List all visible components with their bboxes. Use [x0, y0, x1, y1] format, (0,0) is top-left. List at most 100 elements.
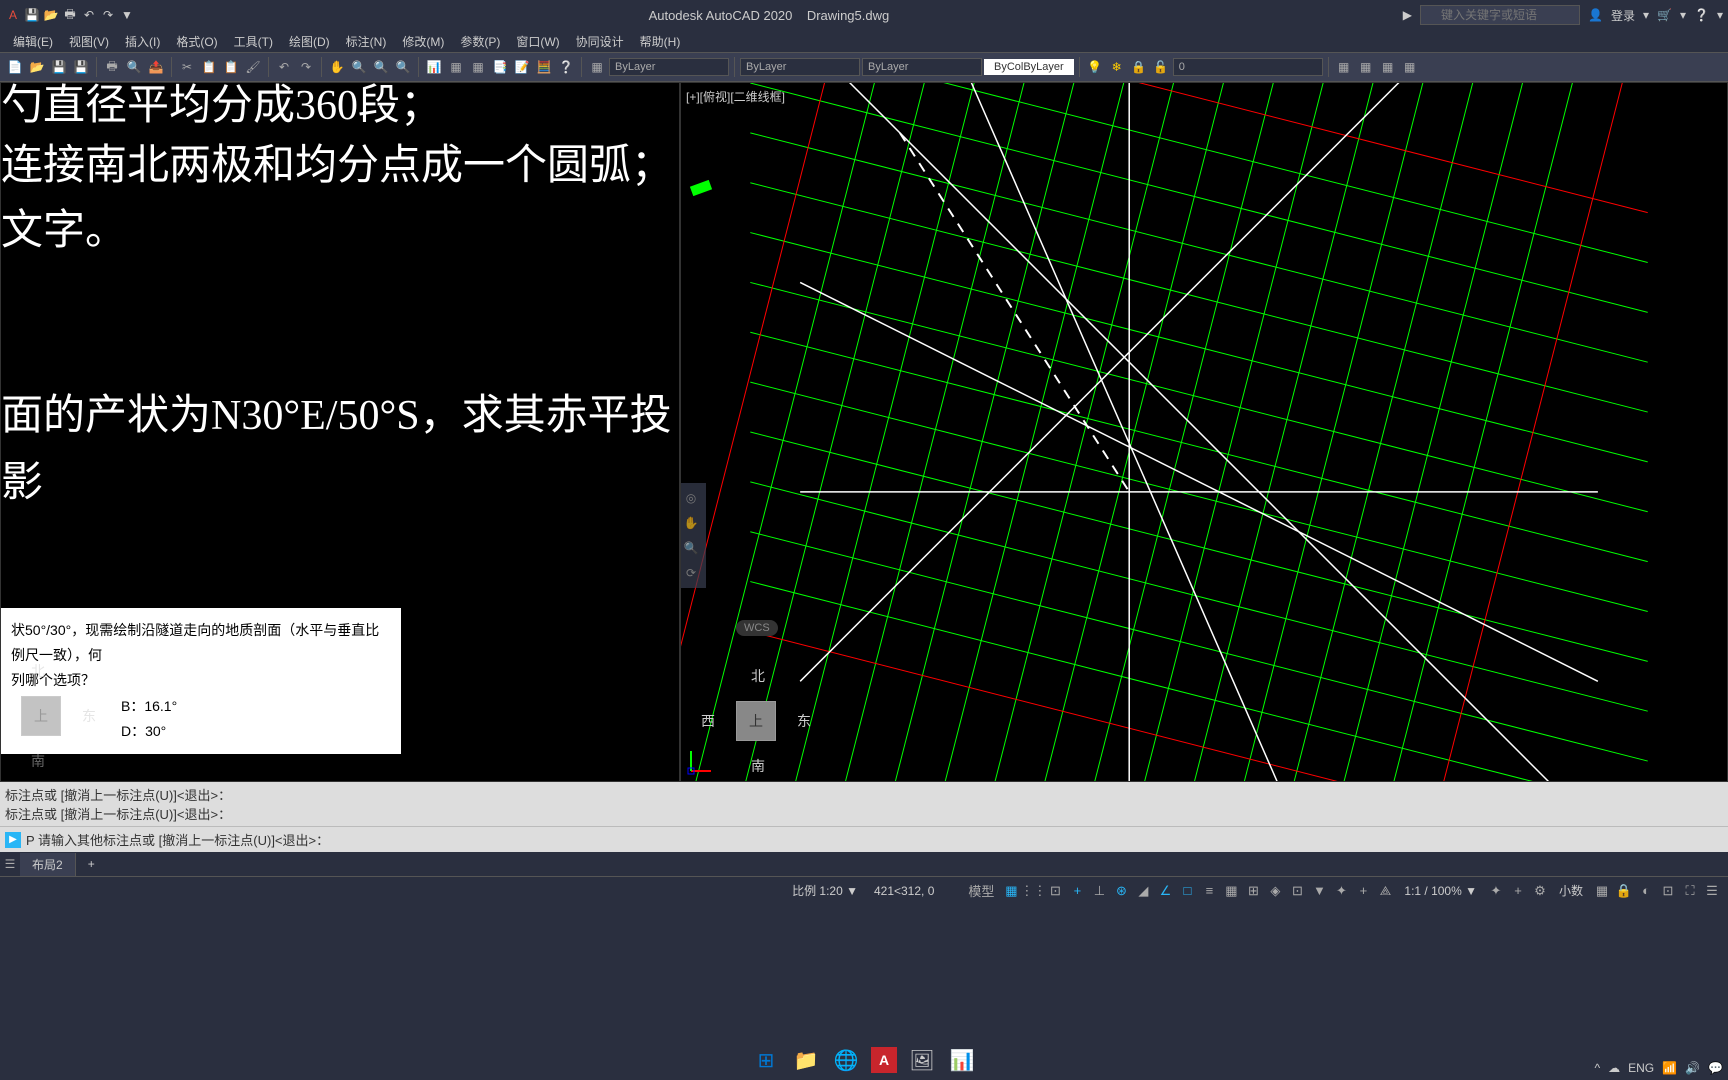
status-infer-icon[interactable]: ⊡: [1044, 880, 1066, 902]
layer-off-icon[interactable]: 🔓: [1151, 57, 1171, 77]
viewcube-right[interactable]: 北 东 南 西 上: [701, 666, 811, 776]
menu-window[interactable]: 窗口(W): [508, 31, 567, 52]
search-trigger-icon[interactable]: ▶: [1403, 8, 1412, 22]
menu-modify[interactable]: 修改(M): [394, 31, 452, 52]
signin-icon[interactable]: 👤: [1588, 8, 1603, 22]
paste-icon[interactable]: 📋: [221, 57, 241, 77]
tray-notifications-icon[interactable]: 💬: [1708, 1061, 1723, 1075]
copy-icon[interactable]: 📋: [199, 57, 219, 77]
wcs-badge[interactable]: WCS: [736, 620, 778, 636]
viewcube-top[interactable]: 上: [21, 696, 61, 736]
properties-icon[interactable]: 📊: [424, 57, 444, 77]
status-annoscale-text[interactable]: 1:1 / 100% ▼: [1396, 884, 1485, 898]
markup-icon[interactable]: 📝: [512, 57, 532, 77]
status-annoscale-icon[interactable]: ⟁: [1374, 880, 1396, 902]
layer-tool2-icon[interactable]: ▦: [1356, 57, 1376, 77]
taskbar-app1-icon[interactable]: 🖼: [907, 1045, 937, 1075]
status-iso-icon[interactable]: ◢: [1132, 880, 1154, 902]
taskbar-autocad-icon[interactable]: A: [871, 1047, 897, 1073]
menu-view[interactable]: 视图(V): [61, 31, 117, 52]
open-file-icon[interactable]: 📂: [27, 57, 47, 77]
status-units[interactable]: 小数: [1551, 882, 1591, 899]
menu-dimension[interactable]: 标注(N): [338, 31, 395, 52]
plot-icon[interactable]: 🖶: [62, 7, 78, 23]
layer-tool4-icon[interactable]: ▦: [1400, 57, 1420, 77]
menu-tools[interactable]: 工具(T): [226, 31, 281, 52]
autocad-logo[interactable]: A: [5, 7, 21, 23]
save-file-icon[interactable]: 💾: [49, 57, 69, 77]
viewcube-left[interactable]: 北 东 南 上: [0, 661, 96, 771]
open-icon[interactable]: 📂: [43, 7, 59, 23]
status-transparency-icon[interactable]: ▦: [1220, 880, 1242, 902]
help2-icon[interactable]: ❔: [556, 57, 576, 77]
status-custom-icon[interactable]: ☰: [1701, 880, 1723, 902]
toolpalette-icon[interactable]: ▦: [468, 57, 488, 77]
taskbar-app2-icon[interactable]: 📊: [947, 1045, 977, 1075]
preview-icon[interactable]: 🔍: [124, 57, 144, 77]
undo-icon[interactable]: ↶: [81, 7, 97, 23]
tray-chevron-icon[interactable]: ^: [1594, 1061, 1600, 1075]
infocenter-search[interactable]: [1420, 5, 1580, 25]
tabs-menu-icon[interactable]: ☰: [0, 854, 20, 874]
color-combo[interactable]: ByColByLayer: [984, 59, 1074, 75]
status-hardware-icon[interactable]: ⊡: [1657, 880, 1679, 902]
status-scale[interactable]: 比例 1:20 ▼: [784, 882, 866, 899]
navbar-zoom-icon[interactable]: 🔍: [681, 538, 701, 558]
tray-wifi-icon[interactable]: 📶: [1662, 1061, 1677, 1075]
viewcube-south[interactable]: 南: [31, 751, 45, 771]
sheetset-icon[interactable]: 📑: [490, 57, 510, 77]
layer-freeze-icon[interactable]: ❄: [1107, 57, 1127, 77]
zoom-icon[interactable]: 🔍: [349, 57, 369, 77]
taskbar-edge-icon[interactable]: 🌐: [831, 1045, 861, 1075]
matchprop-icon[interactable]: 🖌: [243, 57, 263, 77]
menu-insert[interactable]: 插入(I): [117, 31, 168, 52]
status-grid-icon[interactable]: ▦: [1000, 880, 1022, 902]
viewcube-east-r[interactable]: 东: [797, 711, 811, 731]
status-isolate-icon[interactable]: ◐: [1635, 880, 1657, 902]
status-annomonitor-icon[interactable]: +: [1352, 880, 1374, 902]
viewport-left[interactable]: 勺直径平均分成360段； 连接南北两极和均分点成一个圆弧； 文字。 面的产状为N…: [0, 82, 680, 782]
save-icon[interactable]: 💾: [24, 7, 40, 23]
menu-parametric[interactable]: 参数(P): [452, 31, 508, 52]
navbar-orbit-icon[interactable]: ⟳: [681, 563, 701, 583]
layer-lock-icon[interactable]: 🔒: [1129, 57, 1149, 77]
status-osnap-icon[interactable]: □: [1176, 880, 1198, 902]
layer-state-icon[interactable]: 💡: [1085, 57, 1105, 77]
zoom-prev-icon[interactable]: 🔍: [393, 57, 413, 77]
signin-label[interactable]: 登录: [1611, 7, 1635, 24]
help-dropdown-icon[interactable]: ▾: [1717, 8, 1723, 22]
status-otrack-icon[interactable]: ∠: [1154, 880, 1176, 902]
cut-icon[interactable]: ✂: [177, 57, 197, 77]
viewcube-north[interactable]: 北: [31, 661, 45, 681]
exchange-icon[interactable]: 🛒: [1657, 8, 1672, 22]
status-annovis-icon[interactable]: ✦: [1485, 880, 1507, 902]
app-dropdown-icon[interactable]: ▾: [1680, 8, 1686, 22]
menu-format[interactable]: 格式(O): [168, 31, 225, 52]
viewport-controls-label[interactable]: [+][俯视][二维线框]: [686, 88, 785, 105]
new-icon[interactable]: 📄: [5, 57, 25, 77]
status-lockui-icon[interactable]: 🔒: [1613, 880, 1635, 902]
viewcube-east[interactable]: 东: [82, 706, 96, 726]
status-model[interactable]: 模型: [962, 880, 1000, 902]
status-quickprops-icon[interactable]: ▦: [1591, 880, 1613, 902]
taskbar-explorer-icon[interactable]: 📁: [791, 1045, 821, 1075]
status-filter-icon[interactable]: ▼: [1308, 880, 1330, 902]
tray-ime[interactable]: ENG: [1628, 1061, 1654, 1075]
viewcube-north-r[interactable]: 北: [751, 666, 765, 686]
tab-add[interactable]: +: [76, 854, 107, 874]
layer-combo[interactable]: ByLayer: [609, 58, 729, 76]
redo2-icon[interactable]: ↷: [296, 57, 316, 77]
redo-icon[interactable]: ↷: [100, 7, 116, 23]
menu-help[interactable]: 帮助(H): [632, 31, 689, 52]
layer-tool3-icon[interactable]: ▦: [1378, 57, 1398, 77]
status-cleanscreen-icon[interactable]: ⛶: [1679, 880, 1701, 902]
lineweight-combo[interactable]: ByLayer: [862, 58, 982, 76]
viewcube-west-r[interactable]: 西: [701, 711, 715, 731]
viewport-right[interactable]: [+][俯视][二维线框]: [680, 82, 1728, 782]
navbar-pan-icon[interactable]: ✋: [681, 513, 701, 533]
status-workspace-icon[interactable]: ⚙: [1529, 880, 1551, 902]
tray-volume-icon[interactable]: 🔊: [1685, 1061, 1700, 1075]
tab-layout2[interactable]: 布局2: [20, 853, 76, 876]
status-gizmo-icon[interactable]: ✦: [1330, 880, 1352, 902]
menu-edit[interactable]: 编辑(E): [5, 31, 61, 52]
